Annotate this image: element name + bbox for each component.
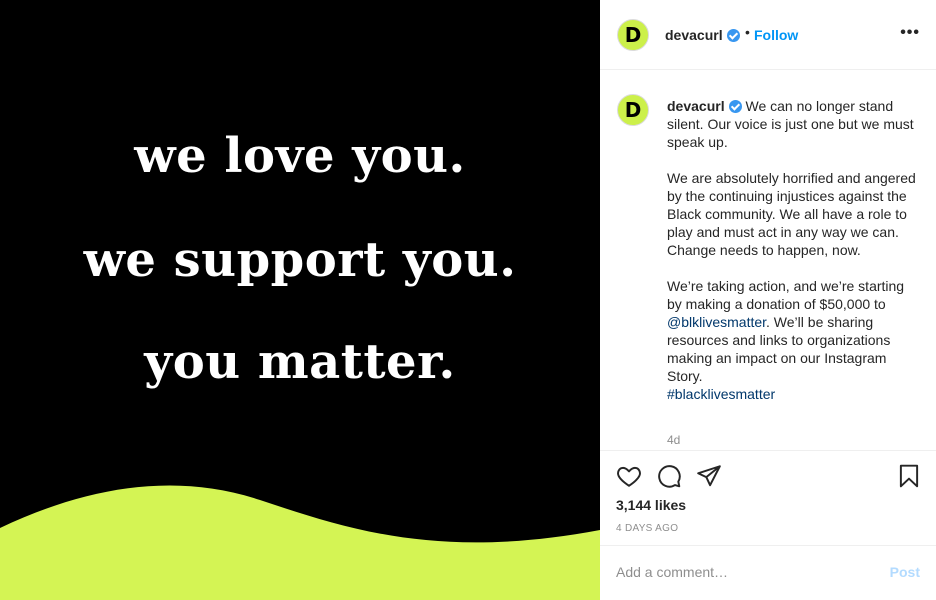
image-text-line-3: you matter. <box>144 334 456 390</box>
caption-avatar[interactable]: D <box>617 94 649 126</box>
caption-username[interactable]: devacurl <box>667 98 725 114</box>
post-image[interactable]: we love you. we support you. you matter. <box>0 0 600 600</box>
caption-text: devacurl We can no longer stand silent. … <box>667 97 917 403</box>
mention-link[interactable]: @blklivesmatter <box>667 314 766 330</box>
post-actions: 3,144 likes 4 DAYS AGO <box>600 450 936 546</box>
more-options-icon[interactable]: ••• <box>900 24 920 42</box>
post-side-panel: D devacurl • Follow ••• D devacurl We ca… <box>600 0 936 600</box>
likes-count[interactable]: 3,144 likes <box>616 497 686 513</box>
header-username[interactable]: devacurl <box>665 27 740 43</box>
username-text[interactable]: devacurl <box>665 27 723 43</box>
caption-p3-before: We’re taking action, and we’re starting … <box>667 278 905 312</box>
caption-section: D devacurl We can no longer stand silent… <box>600 71 936 450</box>
heart-icon[interactable] <box>616 463 642 489</box>
avatar[interactable]: D <box>617 19 649 51</box>
verified-badge-icon <box>726 29 740 42</box>
hashtag-link[interactable]: #blacklivesmatter <box>667 386 775 402</box>
bookmark-icon[interactable] <box>896 463 922 489</box>
post-header: D devacurl • Follow ••• <box>600 0 936 70</box>
share-icon[interactable] <box>696 463 722 489</box>
follow-button[interactable]: Follow <box>754 27 798 43</box>
lime-wave-shape <box>0 485 600 600</box>
comment-icon[interactable] <box>656 463 682 489</box>
post-timestamp[interactable]: 4 DAYS AGO <box>616 523 678 534</box>
image-text-line-1: we love you. <box>134 128 466 184</box>
image-text-line-2: we support you. <box>83 232 517 288</box>
caption-paragraph-2: We are absolutely horrified and angered … <box>667 170 916 258</box>
caption-age[interactable]: 4d <box>667 433 680 447</box>
separator-dot: • <box>745 24 750 40</box>
post-comment-button[interactable]: Post <box>890 564 920 580</box>
add-comment-form: Post <box>600 546 936 600</box>
verified-badge-icon <box>728 100 742 113</box>
caption-paragraph-3: We’re taking action, and we’re starting … <box>667 277 917 403</box>
comment-input[interactable] <box>616 562 876 582</box>
